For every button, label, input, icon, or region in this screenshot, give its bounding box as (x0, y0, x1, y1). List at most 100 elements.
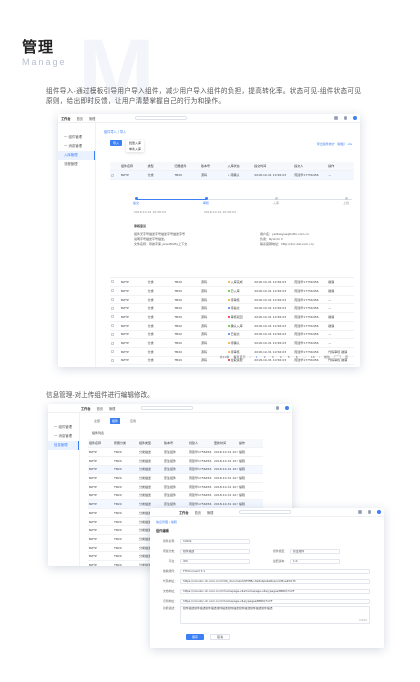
nav-home[interactable]: 首页 (77, 116, 83, 121)
cell[interactable]: — (327, 303, 354, 314)
cell[interactable] (110, 295, 120, 305)
cell[interactable] (110, 303, 120, 314)
prev-icon[interactable]: ‹ (250, 355, 251, 359)
desc-textarea[interactable]: 组件描述组件描述组件描述组件描述组件描述组件描述组件描述组件描述 0/200 (180, 606, 370, 624)
nav-manage[interactable]: 管理 (89, 116, 95, 121)
cell[interactable]: BZTP (120, 347, 147, 357)
cell[interactable]: — (327, 295, 354, 305)
table-row[interactable]: BZTP 分类 TB20 源码 已提交 2018-10-31 10:56:03 周建华177… (110, 330, 354, 340)
headset-icon[interactable] (275, 406, 279, 410)
cell[interactable]: 撤销 (327, 312, 354, 322)
page-number[interactable]: 6 (295, 355, 299, 359)
platform-select[interactable]: iOS (180, 558, 250, 564)
breadcrumb[interactable]: 信息管理 / 编辑 (150, 517, 384, 527)
sidebar-item-components[interactable]: 一 组件管理 (48, 423, 79, 432)
breadcrumb[interactable]: 组件导入 / 导入 (104, 129, 126, 134)
row-checkbox[interactable] (111, 298, 114, 302)
page-number[interactable]: 3 (271, 355, 275, 359)
cell[interactable] (110, 312, 120, 322)
tab-all[interactable]: 全部 (92, 418, 102, 424)
table-row[interactable]: BZTP 分类 TB20 源码 审核驳回 2018-10-31 10:56:03 周建华17… (110, 312, 354, 322)
cell[interactable] (110, 321, 120, 331)
nav-manage[interactable]: 管理 (207, 510, 213, 515)
row-checkbox[interactable] (111, 315, 114, 319)
page-number[interactable]: 1 (255, 355, 259, 359)
search-input[interactable] (239, 510, 292, 514)
row-checkbox[interactable] (111, 173, 114, 177)
cell[interactable]: 撤销 (327, 286, 354, 296)
demo-url-input[interactable]: https://cloudoc.dc.com.cn/d=homepage-v4a… (180, 598, 370, 604)
nav-home[interactable]: 首页 (195, 510, 201, 515)
cell[interactable]: BZTP (120, 356, 147, 366)
row-checkbox[interactable] (111, 341, 114, 345)
pager-size[interactable]: 每页显示 (234, 355, 246, 359)
category-select[interactable]: 组件描述 (180, 548, 250, 554)
cell[interactable]: 撤销 (327, 277, 354, 288)
row-checkbox[interactable] (111, 332, 114, 336)
table-row[interactable]: BZTPTB20分类描述原生组件周建华17564562018-10-31 10:… (88, 491, 263, 501)
doc-url-input[interactable]: https://cloudoc.dc.com.cn/d=homepage-v4a… (180, 588, 370, 594)
cell[interactable]: 编辑 (238, 482, 263, 492)
cell[interactable] (110, 347, 120, 357)
table-row[interactable]: BZTP 分类 TB20 源码 入库完成 2018-10-31 10:56:03 周建华17… (110, 277, 354, 288)
page-number[interactable]: 2 (263, 355, 267, 359)
cell[interactable]: BZTP (120, 295, 147, 305)
nav-home[interactable]: 首页 (97, 406, 103, 411)
table-row[interactable]: BZTPTB20分类描述原生组件周建华17564562018-10-31 10:… (88, 456, 263, 466)
table-row[interactable]: BZTPTB20分类描述原生组件周建华17564562018-10-31 10:… (88, 465, 263, 475)
cell[interactable]: BZTP (120, 277, 147, 288)
table-row[interactable]: BZTPTB20分类描述原生组件周建华17564562018-10-31 10:… (88, 447, 263, 457)
version-input[interactable]: 1.0 (290, 558, 340, 564)
import-button[interactable]: 导入 (110, 140, 123, 146)
table-row[interactable]: BZTPTB20分类描述原生组件周建华17564562018-10-31 10:… (88, 482, 263, 492)
search-input[interactable] (135, 116, 188, 120)
table-row[interactable]: BZTP 分类 TB20 源码 已入库 2018-10-31 10:56:03 周建华177… (110, 286, 354, 296)
dropdown-single[interactable]: 单条入库 (129, 146, 141, 152)
cell[interactable]: BZTP (120, 330, 147, 340)
table-row[interactable]: BZTP 分类 TB20 源码 待提交 2018-10-31 10:56:03 周建华177… (110, 303, 354, 314)
sidebar-item-messages[interactable]: 一 消息管理 (48, 432, 79, 441)
table-row-expanded[interactable]: BZTP 分类 TB20 源码 • 待确认 2018-10-31 10:56:0… (110, 170, 354, 180)
cell[interactable]: — (327, 330, 354, 340)
row-checkbox[interactable] (111, 358, 114, 362)
cell[interactable] (110, 338, 120, 348)
sidebar-item-flow[interactable]: 流程管理 (58, 160, 95, 169)
type-select[interactable]: 原生组件 (290, 548, 340, 554)
deps-input[interactable]: TTCConnect 3.1 (180, 568, 370, 574)
next-icon[interactable]: › (319, 355, 320, 359)
cell[interactable] (110, 356, 120, 366)
page-number[interactable]: 10 (311, 355, 315, 359)
search-input[interactable] (141, 406, 194, 410)
table-row[interactable]: BZTP 分类 TB20 源码 待审核 2018-10-31 10:56:03 周建华177… (110, 295, 354, 305)
bell-icon[interactable] (343, 116, 347, 120)
avatar[interactable] (353, 116, 357, 120)
row-checkbox[interactable] (111, 350, 114, 354)
export-link[interactable]: 导出组件统计（模板）.xls (317, 142, 352, 146)
cell[interactable]: BZTP (120, 170, 147, 180)
goto-input[interactable] (333, 355, 341, 359)
cell[interactable] (110, 277, 120, 288)
name-input[interactable]: Inhhlk (180, 538, 250, 544)
cancel-button[interactable]: 取消 (210, 634, 231, 640)
page-number[interactable]: 5 (287, 355, 291, 359)
cell[interactable]: BZTP (120, 303, 147, 314)
page-number[interactable]: 4 (279, 355, 283, 359)
cell[interactable]: 编辑 (238, 456, 263, 466)
bell-icon[interactable] (367, 510, 371, 514)
nav-manage[interactable]: 管理 (109, 406, 115, 411)
table-row[interactable]: BZTPTB20分类描述原生组件周建华17564562018-10-31 10:… (88, 473, 263, 483)
avatar[interactable] (285, 406, 289, 410)
sidebar-item-info[interactable]: 信息管理 (48, 441, 79, 450)
row-checkbox[interactable] (111, 306, 114, 310)
row-checkbox[interactable] (111, 289, 114, 293)
save-button[interactable]: 保存 (186, 634, 205, 640)
sidebar-item-import[interactable]: 入库管理 (58, 151, 95, 160)
sidebar-item-messages[interactable]: 一 消息管理 (58, 142, 95, 151)
avatar[interactable] (377, 510, 381, 514)
headset-icon[interactable] (334, 116, 338, 120)
table-row[interactable]: BZTP 分类 TB20 源码 待确认 2018-10-31 10:56:03 周建华177… (110, 338, 354, 348)
row-checkbox[interactable] (111, 280, 114, 284)
cell[interactable]: BZTP (120, 338, 147, 348)
cell[interactable]: 编辑 (238, 473, 263, 483)
tab-apps[interactable]: 应用 (128, 418, 138, 424)
